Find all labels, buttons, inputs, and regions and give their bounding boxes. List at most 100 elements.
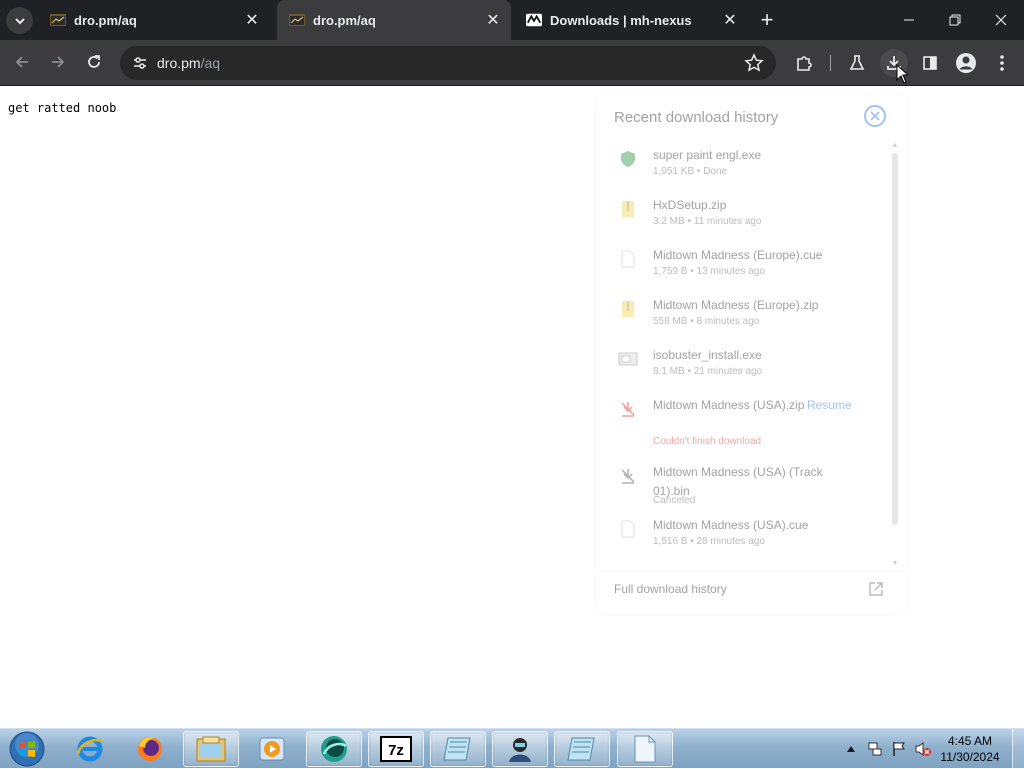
notepad-icon — [567, 737, 595, 761]
taskbar-internet-explorer[interactable] — [62, 731, 118, 767]
firefox-icon — [138, 737, 162, 761]
taskbar-firefox[interactable] — [122, 731, 178, 767]
svg-text:7z: 7z — [388, 742, 404, 759]
address-bar[interactable]: dro.pm/aq — [120, 46, 776, 80]
tab-downloads-mh-nexus[interactable]: Downloads | mh-nexus ✕ — [514, 0, 748, 40]
download-filename: Midtown Madness (Europe).zip — [653, 298, 819, 312]
mh-nexus-favicon-icon — [526, 12, 542, 28]
action-center-button[interactable] — [888, 729, 910, 769]
7zip-icon: 7z — [380, 736, 412, 762]
menu-button[interactable] — [988, 49, 1016, 77]
start-button[interactable] — [5, 731, 49, 767]
windows-orb-icon — [9, 731, 45, 767]
download-status: 1,759 B • 13 minutes ago — [653, 266, 765, 277]
close-icon — [995, 14, 1007, 26]
zip-folder-icon — [618, 198, 638, 220]
system-clock[interactable]: 4:45 AM 11/30/2024 — [930, 733, 1010, 765]
taskbar-app-document[interactable] — [617, 731, 673, 767]
downloads-bubble: Recent download history super paint engl… — [596, 95, 906, 613]
tab-close-icon[interactable]: ✕ — [483, 10, 503, 30]
mouse-cursor-icon — [896, 64, 908, 84]
close-downloads-button[interactable] — [864, 105, 886, 127]
download-status: Canceled — [653, 495, 696, 506]
restore-icon — [949, 14, 961, 26]
profile-button[interactable] — [952, 49, 980, 77]
extensions-button[interactable] — [790, 49, 818, 77]
url-host: dro.pm — [157, 55, 201, 71]
taskbar-app-teal[interactable] — [306, 731, 362, 767]
chevron-down-icon — [14, 17, 25, 24]
download-status: 1,951 KB • Done — [653, 166, 728, 177]
media-player-icon — [259, 737, 285, 761]
tab-dro-2[interactable]: dro.pm/aq ✕ — [277, 0, 511, 40]
teal-app-icon — [321, 736, 347, 762]
failed-download-icon — [618, 398, 638, 420]
taskbar-file-explorer[interactable] — [183, 731, 239, 767]
taskbar-7zip[interactable]: 7z — [368, 731, 424, 767]
file-icon — [618, 248, 638, 270]
tab-search-button[interactable] — [6, 7, 33, 34]
arrow-left-icon — [15, 56, 28, 68]
side-panel-icon — [923, 56, 937, 70]
minimize-icon — [904, 19, 914, 21]
labs-button[interactable] — [843, 49, 871, 77]
forward-button[interactable] — [43, 47, 73, 77]
avatar-icon — [956, 53, 976, 73]
scroll-down-icon[interactable]: ▼ — [890, 559, 900, 569]
zip-folder-icon — [618, 298, 638, 320]
taskbar-app-notepad-2[interactable] — [554, 731, 610, 767]
side-panel-button[interactable] — [916, 49, 944, 77]
downloads-header: Recent download history — [614, 109, 779, 126]
tab-close-icon[interactable]: ✕ — [242, 10, 262, 30]
folder-favicon-icon — [289, 12, 305, 28]
restore-button[interactable] — [932, 0, 978, 40]
canceled-download-icon — [618, 465, 638, 487]
close-window-button[interactable] — [978, 0, 1024, 40]
taskbar-app-notepad-1[interactable] — [430, 731, 486, 767]
resume-button[interactable]: Resume — [807, 398, 852, 412]
windows-taskbar: 7z 4:45 AM 11/30/2024 — [0, 728, 1024, 769]
scrollbar-thumb[interactable] — [892, 153, 898, 525]
url-path: /aq — [200, 55, 221, 71]
network-tray-button[interactable] — [864, 729, 886, 769]
tab-strip: dro.pm/aq ✕ dro.pm/aq ✕ Downloads | mh-n… — [0, 0, 1024, 40]
tab-close-icon[interactable]: ✕ — [720, 10, 740, 30]
minimize-button[interactable] — [886, 0, 932, 40]
tab-title: dro.pm/aq — [313, 12, 376, 28]
url-text: dro.pm/aq — [157, 55, 220, 71]
new-tab-button[interactable]: + — [755, 7, 779, 32]
installer-icon — [618, 348, 638, 370]
download-status: 1,516 B • 28 minutes ago — [653, 536, 765, 547]
site-settings-icon[interactable] — [128, 51, 152, 75]
download-filename: isobuster_install.exe — [653, 348, 762, 362]
download-filename: Midtown Madness (USA).cue — [653, 518, 809, 532]
network-icon — [868, 742, 882, 756]
full-download-history-link[interactable]: Full download history — [614, 582, 727, 596]
reload-button[interactable] — [79, 47, 109, 77]
scroll-up-icon[interactable]: ▲ — [890, 141, 900, 151]
footer-divider — [596, 571, 906, 572]
taskbar-media-player[interactable] — [244, 731, 300, 767]
show-hidden-icons-button[interactable] — [844, 729, 858, 769]
show-desktop-button[interactable] — [1012, 729, 1024, 769]
download-status: 8.1 MB • 21 minutes ago — [653, 366, 763, 377]
tab-title: dro.pm/aq — [74, 12, 137, 28]
folder-favicon-icon — [50, 12, 66, 28]
download-filename: Midtown Madness (Europe).cue — [653, 248, 823, 262]
close-icon — [870, 111, 880, 121]
internet-explorer-icon — [76, 736, 103, 762]
bookmark-star-icon[interactable] — [744, 53, 764, 73]
chevron-up-icon — [847, 746, 855, 752]
kebab-menu-icon — [1000, 55, 1004, 71]
file-icon — [618, 518, 638, 540]
taskbar-app-user[interactable] — [492, 731, 548, 767]
download-status: 3.2 MB • 11 minutes ago — [653, 216, 762, 227]
flag-icon — [893, 742, 905, 756]
arrow-right-icon — [52, 56, 65, 68]
browser-toolbar: dro.pm/aq — [0, 40, 1024, 86]
downloads-scrollbar[interactable]: ▲ ▼ — [890, 139, 900, 571]
tab-dro-1[interactable]: dro.pm/aq ✕ — [38, 0, 270, 40]
reload-icon — [88, 55, 100, 68]
open-external-icon[interactable] — [868, 581, 884, 597]
back-button[interactable] — [7, 47, 37, 77]
